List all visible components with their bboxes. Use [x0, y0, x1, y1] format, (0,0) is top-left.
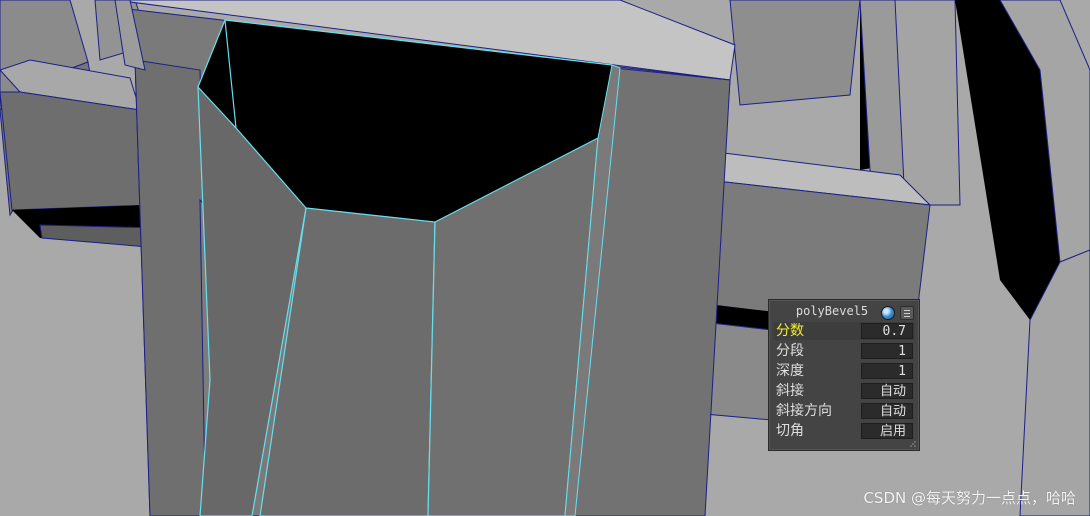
polybevel-inview-editor[interactable]: polyBevel5 分数 0.7 分段 1 深度 1 斜接 自动 斜接方向 自… [768, 299, 920, 451]
fraction-label: 分数 [776, 323, 804, 339]
mitering-label: 斜接 [776, 383, 804, 399]
menu-icon[interactable] [900, 306, 914, 320]
resize-grip-icon[interactable] [909, 440, 917, 448]
hud-row-depth[interactable]: 深度 1 [773, 362, 915, 380]
mitering-value-field[interactable]: 自动 [861, 383, 913, 399]
hud-row-mitering[interactable]: 斜接 自动 [773, 382, 915, 400]
segments-label: 分段 [776, 343, 804, 359]
globe-icon[interactable] [881, 306, 895, 320]
hud-row-miter-along[interactable]: 斜接方向 自动 [773, 402, 915, 420]
chamfer-label: 切角 [776, 423, 804, 439]
fraction-value-field[interactable]: 0.7 [861, 323, 913, 339]
hud-row-segments[interactable]: 分段 1 [773, 342, 915, 360]
bevelled-pillar-mesh [197, 19, 621, 516]
depth-label: 深度 [776, 363, 804, 379]
depth-value-field[interactable]: 1 [861, 363, 913, 379]
watermark: CSDN @每天努力一点点，哈哈 [863, 489, 1076, 507]
3d-viewport[interactable] [0, 0, 1090, 516]
hud-row-fraction[interactable]: 分数 0.7 [773, 322, 915, 340]
segments-value-field[interactable]: 1 [861, 343, 913, 359]
hud-title-bar[interactable]: polyBevel5 [769, 302, 919, 322]
miter-along-label: 斜接方向 [776, 403, 832, 419]
hud-row-chamfer[interactable]: 切角 启用 [773, 422, 915, 440]
chamfer-value-field[interactable]: 启用 [861, 423, 913, 439]
hud-title: polyBevel5 [795, 304, 869, 318]
miter-along-value-field[interactable]: 自动 [861, 403, 913, 419]
